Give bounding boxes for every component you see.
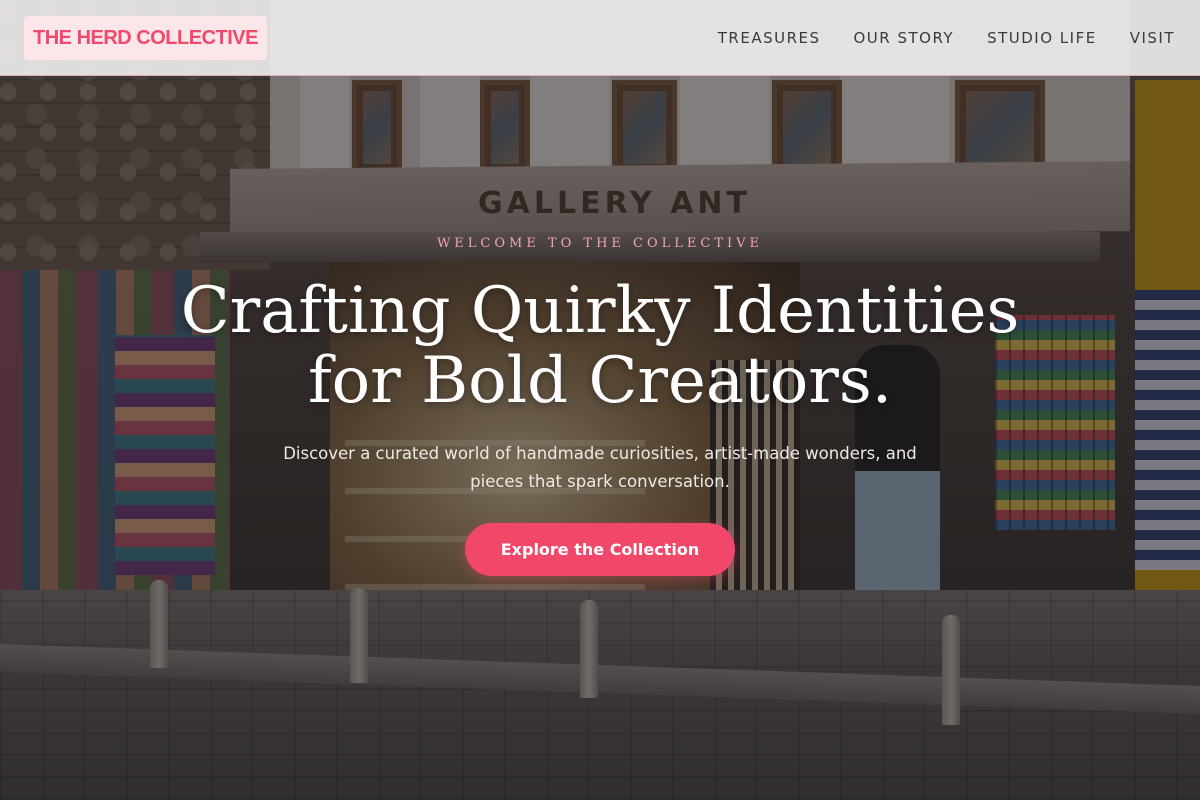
hero-headline-line1: Crafting Quirky Identities — [180, 274, 1020, 348]
hero-section: WELCOME TO THE COLLECTIVE Crafting Quirk… — [0, 0, 1200, 800]
nav-item-visit[interactable]: VISIT — [1130, 29, 1175, 47]
hero-eyebrow: WELCOME TO THE COLLECTIVE — [436, 236, 764, 251]
nav-item-our-story[interactable]: OUR STORY — [854, 29, 955, 47]
top-navbar: THE HERD COLLECTIVE TREASURES OUR STORY … — [0, 0, 1200, 76]
brand-logo[interactable]: THE HERD COLLECTIVE — [24, 16, 267, 60]
nav-item-treasures[interactable]: TREASURES — [718, 29, 821, 47]
hero-headline-line2: for Bold Creators. — [307, 344, 893, 418]
explore-collection-button[interactable]: Explore the Collection — [465, 523, 735, 576]
main-nav: TREASURES OUR STORY STUDIO LIFE VISIT — [718, 0, 1175, 76]
nav-item-studio-life[interactable]: STUDIO LIFE — [987, 29, 1097, 47]
hero-subtext: Discover a curated world of handmade cur… — [283, 444, 917, 491]
hero-headline: Crafting Quirky Identities for Bold Crea… — [0, 276, 1200, 416]
